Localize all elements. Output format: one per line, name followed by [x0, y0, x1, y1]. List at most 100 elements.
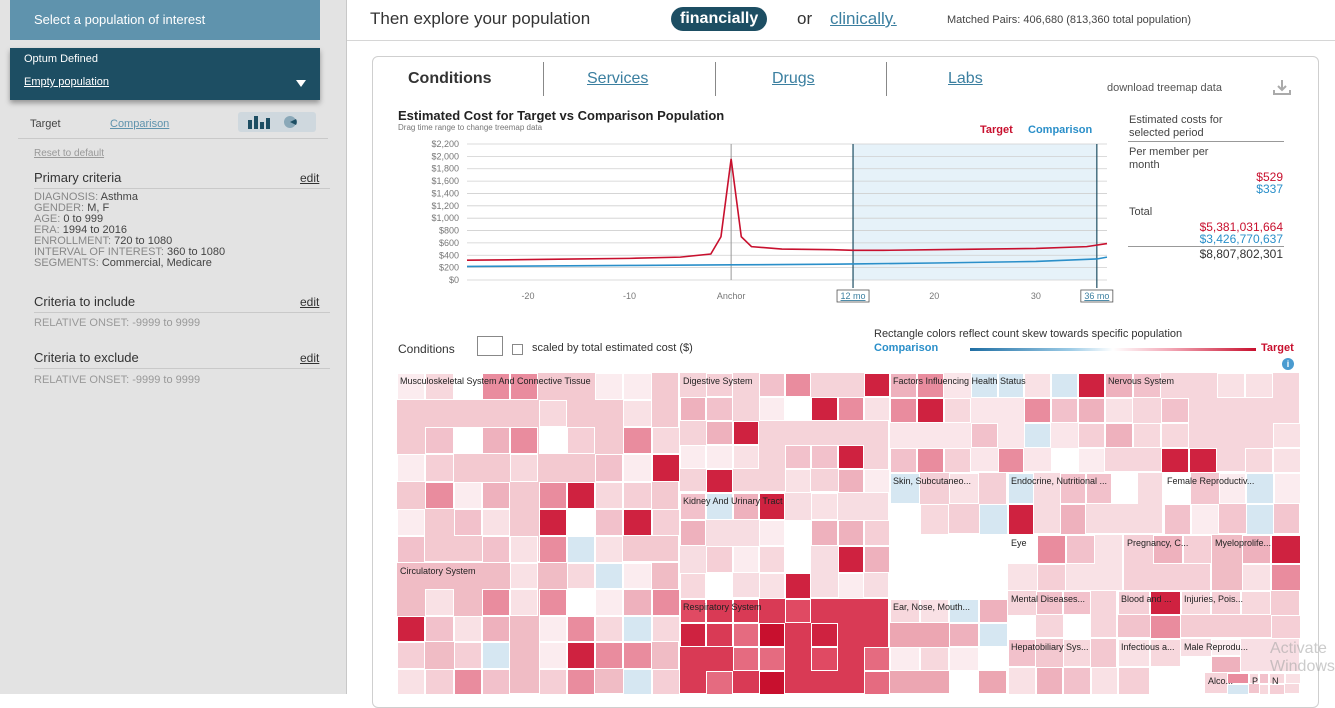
treemap-group[interactable]: Injuries, Pois...	[1180, 590, 1300, 639]
treemap-group[interactable]: Alco...	[1204, 672, 1249, 694]
treemap-cell[interactable]	[566, 535, 596, 563]
treemap-cell[interactable]	[453, 427, 482, 455]
treemap-cell[interactable]	[1246, 504, 1274, 535]
treemap-cell[interactable]	[758, 373, 785, 397]
treemap-cell[interactable]	[1241, 564, 1272, 593]
treemap-cell[interactable]	[943, 398, 971, 423]
treemap-cell[interactable]	[453, 668, 482, 694]
treemap-group[interactable]: Myeloprolife...	[1211, 534, 1300, 593]
treemap-cell[interactable]	[706, 572, 733, 599]
treemap-cell[interactable]	[481, 481, 511, 509]
treemap-cell[interactable]	[453, 615, 482, 643]
treemap-cell[interactable]	[538, 508, 567, 536]
treemap-cell[interactable]	[1161, 398, 1189, 423]
treemap-cell[interactable]	[425, 481, 454, 509]
treemap-cell[interactable]	[1191, 504, 1219, 535]
treemap-cell[interactable]	[811, 519, 838, 546]
treemap-cell[interactable]	[785, 599, 812, 623]
treemap-cell[interactable]	[1078, 373, 1105, 398]
tab-conditions[interactable]: Conditions	[408, 70, 492, 88]
treemap-cell[interactable]	[949, 671, 979, 694]
treemap-cell[interactable]	[481, 668, 511, 694]
treemap-cell[interactable]	[758, 546, 785, 573]
treemap-cell[interactable]	[919, 647, 949, 671]
treemap-cell[interactable]	[1118, 667, 1150, 694]
treemap-cell[interactable]	[397, 535, 426, 563]
treemap-cell[interactable]	[1037, 535, 1066, 564]
include-criteria-edit-link[interactable]: edit	[300, 295, 319, 309]
treemap-cell[interactable]	[1063, 667, 1091, 694]
treemap-cell[interactable]	[397, 668, 426, 694]
treemap-cell[interactable]	[785, 469, 812, 493]
treemap-cell[interactable]	[595, 508, 624, 536]
treemap-cell[interactable]	[538, 589, 567, 616]
treemap-group[interactable]: Ear, Nose, Mouth...	[889, 598, 1008, 694]
treemap-cell[interactable]	[758, 397, 785, 421]
treemap-cell[interactable]	[758, 572, 785, 599]
treemap-cell[interactable]	[623, 508, 652, 536]
treemap-cell[interactable]	[538, 535, 567, 563]
treemap-cell[interactable]	[566, 508, 596, 536]
treemap-cell[interactable]	[595, 589, 624, 616]
treemap-cell[interactable]	[997, 448, 1025, 473]
treemap-group[interactable]: Pregnancy, C...	[1123, 534, 1212, 592]
tab-target[interactable]: Target	[30, 118, 61, 130]
treemap-cell[interactable]	[481, 535, 511, 563]
treemap-cell[interactable]	[758, 623, 785, 647]
treemap-cell[interactable]	[1008, 667, 1036, 694]
treemap-cell[interactable]	[566, 563, 596, 590]
treemap-cell[interactable]	[1060, 504, 1086, 535]
population-dropdown[interactable]: Optum Defined Empty population	[10, 48, 320, 100]
treemap-cell[interactable]	[1149, 667, 1181, 694]
treemap-cell[interactable]	[837, 445, 864, 469]
treemap-cell[interactable]	[1161, 448, 1189, 473]
treemap-cell[interactable]	[978, 647, 1008, 671]
treemap-cell[interactable]	[978, 504, 1008, 535]
treemap-cell[interactable]	[1008, 615, 1036, 639]
treemap-group[interactable]: Musculoskeletal System And Connective Ti…	[396, 372, 680, 563]
treemap-cell[interactable]	[706, 445, 733, 469]
treemap-cell[interactable]	[510, 563, 539, 590]
treemap-cell[interactable]	[566, 615, 596, 643]
treemap-cell[interactable]	[1090, 667, 1118, 694]
treemap-cell[interactable]	[680, 445, 707, 469]
treemap-cell[interactable]	[785, 445, 812, 469]
treemap-cell[interactable]	[595, 454, 624, 482]
treemap-cell[interactable]	[623, 615, 652, 643]
treemap-cell[interactable]	[837, 469, 864, 493]
treemap-cell[interactable]	[785, 546, 812, 573]
treemap-cell[interactable]	[425, 454, 454, 482]
treemap-cell[interactable]	[566, 427, 596, 455]
treemap-cell[interactable]	[623, 668, 652, 694]
treemap-cell[interactable]	[538, 427, 567, 455]
treemap-cell[interactable]	[1051, 373, 1079, 398]
treemap-cell[interactable]	[837, 397, 864, 421]
treemap-cell[interactable]	[1211, 656, 1241, 673]
treemap-cell[interactable]	[538, 642, 567, 669]
treemap-cell[interactable]	[1035, 667, 1063, 694]
treemap-cell[interactable]	[623, 400, 652, 428]
treemap-cell[interactable]	[425, 668, 454, 694]
treemap-cell[interactable]	[890, 647, 920, 671]
treemap-cell[interactable]	[1161, 423, 1189, 448]
treemap-cell[interactable]	[706, 623, 733, 647]
treemap-group[interactable]: Endocrine, Nutritional ...	[1007, 472, 1163, 535]
treemap-cell[interactable]	[510, 427, 539, 455]
treemap-cell[interactable]	[1105, 398, 1133, 423]
treemap-group[interactable]: Digestive System	[679, 372, 890, 493]
treemap-cell[interactable]	[1066, 535, 1095, 564]
treemap-cell[interactable]	[863, 519, 890, 546]
treemap-cell[interactable]	[651, 589, 680, 616]
treemap-cell[interactable]	[943, 448, 971, 473]
treemap-cell[interactable]	[425, 615, 454, 643]
treemap-cell[interactable]	[425, 427, 454, 455]
treemap-cell[interactable]	[680, 397, 707, 421]
treemap-cell[interactable]	[1271, 535, 1300, 564]
treemap-cell[interactable]	[566, 668, 596, 694]
treemap-cell[interactable]	[863, 546, 890, 573]
treemap-cell[interactable]	[651, 508, 680, 536]
tab-comparison[interactable]: Comparison	[110, 118, 169, 130]
treemap-cell[interactable]	[453, 508, 482, 536]
reset-to-default-link[interactable]: Reset to default	[34, 148, 104, 159]
treemap-group[interactable]: P	[1248, 672, 1269, 694]
